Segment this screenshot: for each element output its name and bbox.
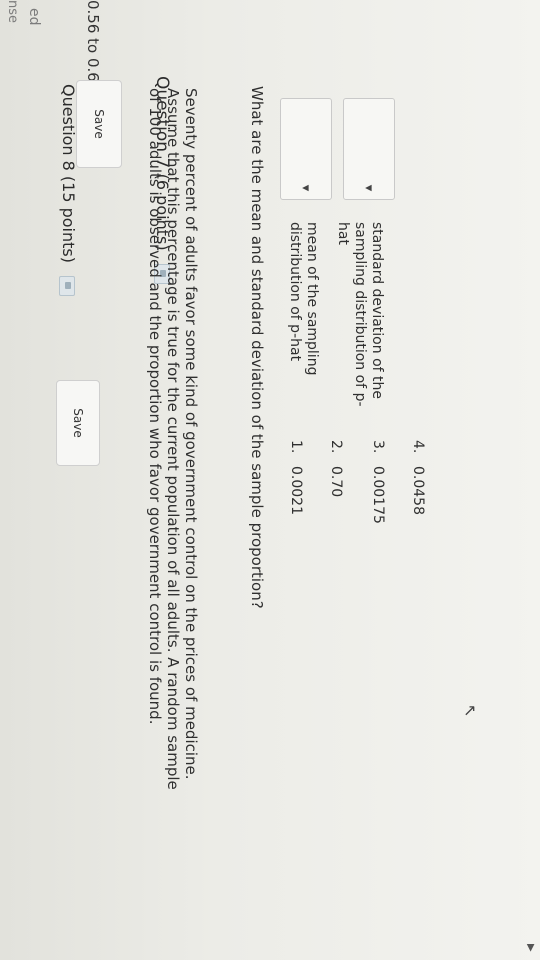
stem-line: Assume that this percentage is true for … [164, 88, 182, 790]
option-item: 3. 0.00175 [370, 440, 386, 524]
option-text: 0.00175 [370, 466, 386, 524]
scroll-arrow-icon[interactable]: ▶ [525, 944, 536, 952]
truncated-text-left: nse [5, 0, 20, 24]
term-line: distribution of p-hat [287, 222, 303, 362]
match-term-mean: mean of the sampling distribution of p-h… [286, 222, 320, 375]
term-line: mean of the sampling [304, 222, 320, 376]
chevron-down-icon: ▾ [361, 184, 377, 192]
partial-label-left: ed [26, 8, 42, 26]
option-text: 0.70 [328, 466, 344, 498]
save-button-label: Save [71, 408, 85, 438]
option-number: 4. [410, 440, 426, 454]
pointer-cursor-icon: ↖ [461, 704, 480, 718]
match-select-mean[interactable]: ▾ [280, 98, 332, 200]
question-8-header: Question 8 (15 points) [59, 84, 78, 297]
stem-line: of 100 adults is observed and the propor… [146, 88, 164, 725]
stem-line: Seventy percent of adults favor some kin… [182, 88, 200, 780]
screenshot-stage: ed 0.56 to 0.64 Save Question 7 (6 point… [0, 0, 540, 960]
term-line: standard deviation of the [369, 222, 385, 399]
option-item: 4. 0.0458 [410, 440, 426, 515]
option-number: 2. [328, 440, 344, 454]
option-item: 2. 0.70 [328, 440, 344, 497]
quiz-page: ed 0.56 to 0.64 Save Question 7 (6 point… [0, 0, 540, 960]
question-points: (15 points) [59, 175, 78, 263]
match-select-standard-deviation[interactable]: ▾ [343, 98, 395, 200]
previous-answer-text: 0.56 to 0.64 [84, 0, 102, 92]
option-text: 0.0021 [288, 466, 304, 515]
term-line: hat [335, 222, 351, 245]
question-title: Question 8 [59, 84, 78, 171]
option-item: 1. 0.0021 [288, 440, 304, 515]
option-number: 1. [288, 440, 304, 454]
question-prompt: What are the mean and standard deviation… [248, 86, 266, 609]
option-text: 0.0458 [410, 466, 426, 515]
option-number: 3. [370, 440, 386, 454]
chevron-down-icon: ▾ [298, 184, 314, 192]
question-stem: Seventy percent of adults favor some kin… [146, 88, 200, 948]
match-term-standard-deviation: standard deviation of the sampling distr… [334, 222, 385, 407]
save-button-question-7[interactable]: Save [56, 380, 100, 466]
term-line: sampling distribution of p- [352, 222, 368, 407]
save-state-icon [59, 276, 76, 297]
